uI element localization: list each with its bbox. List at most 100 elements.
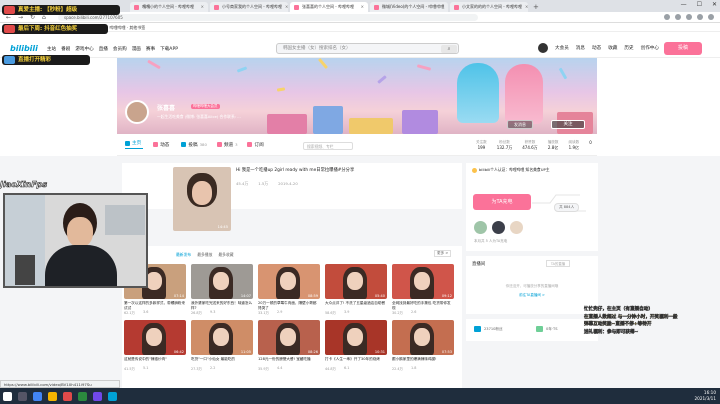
space-tab[interactable]: 频道 3 [216, 142, 237, 148]
video-title[interactable]: 我外婆家吃完送来的好东西！味道怎么样? [191, 301, 253, 310]
nav-item[interactable]: 下载APP [160, 46, 178, 52]
video-title[interactable]: 大众点评了! 不洗了五星级酒店自助餐 [325, 301, 387, 310]
nav-right-item[interactable]: 创作中心 [641, 45, 659, 51]
space-search-input[interactable]: 搜索视频、专栏 [303, 142, 353, 150]
video-card[interactable]: 08:26 128元一份的螃蟹大餐! 宝藏吃播 35.9万 4.4 [258, 320, 320, 371]
browser-tab[interactable]: 小文家的的的个人空间 - 哔哩哔哩 × [450, 2, 528, 12]
close-tab-icon[interactable]: × [361, 2, 364, 12]
nav-right-item[interactable]: 大会员 [555, 45, 569, 51]
representative-video[interactable]: 14:45 Hi 我是一个吃播up 2girl ready with me日常拉… [122, 163, 462, 231]
app-icon[interactable] [78, 391, 87, 401]
nav-right-item[interactable]: 消息 [576, 45, 585, 51]
video-thumbnail[interactable]: 05:40 [325, 264, 387, 299]
video-sort-tab[interactable]: 最多播放 [197, 252, 212, 258]
extension-icon[interactable] [686, 14, 692, 20]
video-card[interactable]: 08:59 20万一顿的草莓牛肉面，隔壁小哥都馋哭了 33.1万 2.9 [258, 264, 320, 315]
video-title[interactable]: 打卡《人生一串》开了30年的烧烤 [325, 357, 387, 366]
extension-icon[interactable] [664, 14, 670, 20]
nav-right-item[interactable]: 历史 [624, 45, 633, 51]
video-card[interactable]: 07:53 跟小鹅家里的爆满辣味鸡腿! 22.4万 1.8 [392, 320, 454, 371]
video-sort-tab[interactable]: 最新发布 [176, 252, 191, 258]
video-thumbnail[interactable]: 07:53 [392, 320, 454, 355]
extension-icon[interactable] [675, 14, 681, 20]
nav-right-item[interactable]: 收藏 [608, 45, 617, 51]
close-tab-icon[interactable]: × [447, 2, 448, 12]
bilibili-favicon [134, 4, 139, 10]
upload-button[interactable]: 投稿 [664, 42, 702, 55]
space-tab[interactable]: 投稿 380 [181, 142, 207, 148]
menu-icon[interactable] [708, 14, 714, 20]
browser-tab[interactable]: 嘎嘎小的个人空间 - 哔哩哔哩 × [130, 2, 208, 12]
close-tab-icon[interactable]: × [201, 2, 204, 12]
maximize-icon[interactable]: ☐ [697, 1, 702, 8]
medal-item[interactable]: 0年·TS [536, 326, 558, 332]
video-thumbnail[interactable]: 14:07 [191, 264, 253, 299]
video-card[interactable]: 09:12 全网找到最好吃的手撕包 吃货带你发现 30.2万 2.6 [392, 264, 454, 315]
search-input[interactable]: 韩国女主播（女）搜索排名（女） ⌕ [276, 43, 459, 54]
minimize-icon[interactable]: — [681, 1, 687, 8]
video-card[interactable]: 10:31 打卡《人生一串》开了30年的烧烤 44.8万 6.1 [325, 320, 387, 371]
app-icon[interactable] [108, 391, 117, 401]
search-icon[interactable] [18, 391, 27, 401]
user-avatar[interactable] [125, 100, 149, 124]
browser-tab[interactable]: 微城(Video)的个人空间 - 哔哩哔哩× [370, 2, 448, 12]
fan-group-item[interactable]: 23710粉丝 [474, 326, 503, 332]
video-card[interactable]: 11:05 吃货"一口"小仙女 最能吃的 27.3万 2.2 [191, 320, 253, 371]
nav-item[interactable]: 赛事 [146, 46, 155, 52]
stat-item[interactable]: 关注数 199 [476, 140, 487, 151]
stat-item[interactable]: 粉丝数 132.7万 [497, 140, 512, 151]
video-title[interactable]: 这就是传说中的"辣椒炒肉" [124, 357, 186, 366]
video-thumbnail[interactable]: 11:05 [191, 320, 253, 355]
video-thumbnail[interactable]: 14:45 [173, 167, 231, 231]
space-tab[interactable]: 主页 [125, 140, 144, 149]
video-thumbnail[interactable]: 09:12 [392, 264, 454, 299]
video-title[interactable]: Hi 我是一个吃播up 2girl ready with me日常拉曝播#分分享 [236, 167, 354, 173]
video-card[interactable]: 06:42 这就是传说中的"辣椒炒肉" 41.5万 5.1 [124, 320, 186, 371]
close-tab-icon[interactable]: × [285, 2, 288, 12]
video-title[interactable]: 第一次以这样的多款样式，带螺蛳粉来试试 [124, 301, 186, 310]
chrome-icon[interactable] [33, 391, 42, 401]
video-thumbnail[interactable]: 10:31 [325, 320, 387, 355]
browser-tab[interactable]: 小号商家我的个人空间 - 哔哩哔哩 × [210, 2, 288, 12]
profile-icon[interactable] [697, 14, 703, 20]
search-icon[interactable]: ⌕ [441, 45, 457, 53]
follow-button[interactable]: 关注 [551, 120, 585, 129]
charge-button[interactable]: 为TA充电 [473, 194, 531, 210]
fan-avatar[interactable] [510, 221, 523, 234]
video-title[interactable]: 20万一顿的草莓牛肉面，隔壁小哥都馋哭了 [258, 301, 320, 310]
video-thumbnail[interactable]: 08:59 [258, 264, 320, 299]
system-clock[interactable]: 16:10 2021/3/11 [695, 390, 716, 402]
video-thumbnail[interactable]: 08:26 [258, 320, 320, 355]
video-sort-tab[interactable]: 最多收藏 [218, 252, 233, 258]
space-tab[interactable]: 动态 [153, 142, 171, 148]
live-room-link[interactable]: 前往TA直播间 > [466, 293, 598, 298]
video-title[interactable]: 吃货"一口"小仙女 最能吃的 [191, 357, 253, 366]
nav-right-item[interactable]: 动态 [592, 45, 601, 51]
video-thumbnail[interactable]: 06:42 [124, 320, 186, 355]
app-icon[interactable] [93, 391, 102, 401]
video-title[interactable]: 跟小鹅家里的爆满辣味鸡腿! [392, 357, 454, 366]
stat-item[interactable]: 阅读数 1.9亿 [568, 140, 579, 151]
browser-tab[interactable]: 张喜喜的个人空间 - 哔哩哔哩 × [290, 2, 368, 12]
video-title[interactable]: 128元一份的螃蟹大餐! 宝藏吃播 [258, 357, 320, 366]
new-tab-button[interactable]: + [530, 2, 539, 12]
avatar[interactable] [538, 43, 548, 53]
video-card[interactable]: 05:40 大众点评了! 不洗了五星级酒店自助餐 58.6万 3.9 [325, 264, 387, 315]
close-tab-icon[interactable]: × [525, 2, 528, 12]
live-room-tag[interactable]: TA的直播 [546, 260, 570, 267]
message-button[interactable]: 发消息 [507, 120, 533, 129]
app-icon[interactable] [63, 391, 72, 401]
close-icon[interactable]: ✕ [712, 1, 717, 8]
video-title[interactable]: 全网找到最好吃的手撕包 吃货带你发现 [392, 301, 454, 310]
stat-item[interactable]: 0 [589, 140, 592, 151]
fan-avatar[interactable] [474, 221, 487, 234]
start-icon[interactable] [3, 391, 12, 401]
nav-item[interactable]: 漫画 [132, 46, 141, 52]
space-tab[interactable]: 订阅 [247, 142, 265, 148]
stat-item[interactable]: 获赞数 474.6万 [522, 140, 537, 151]
folder-icon[interactable] [48, 391, 57, 401]
video-card[interactable]: 14:07 我外婆家吃完送来的好东西！味道怎么样? 26.8万 9.3 [191, 264, 253, 315]
fan-avatar[interactable] [492, 221, 505, 234]
more-button[interactable]: 更多 > [434, 250, 452, 257]
stat-item[interactable]: 播放数 2.8亿 [548, 140, 559, 151]
